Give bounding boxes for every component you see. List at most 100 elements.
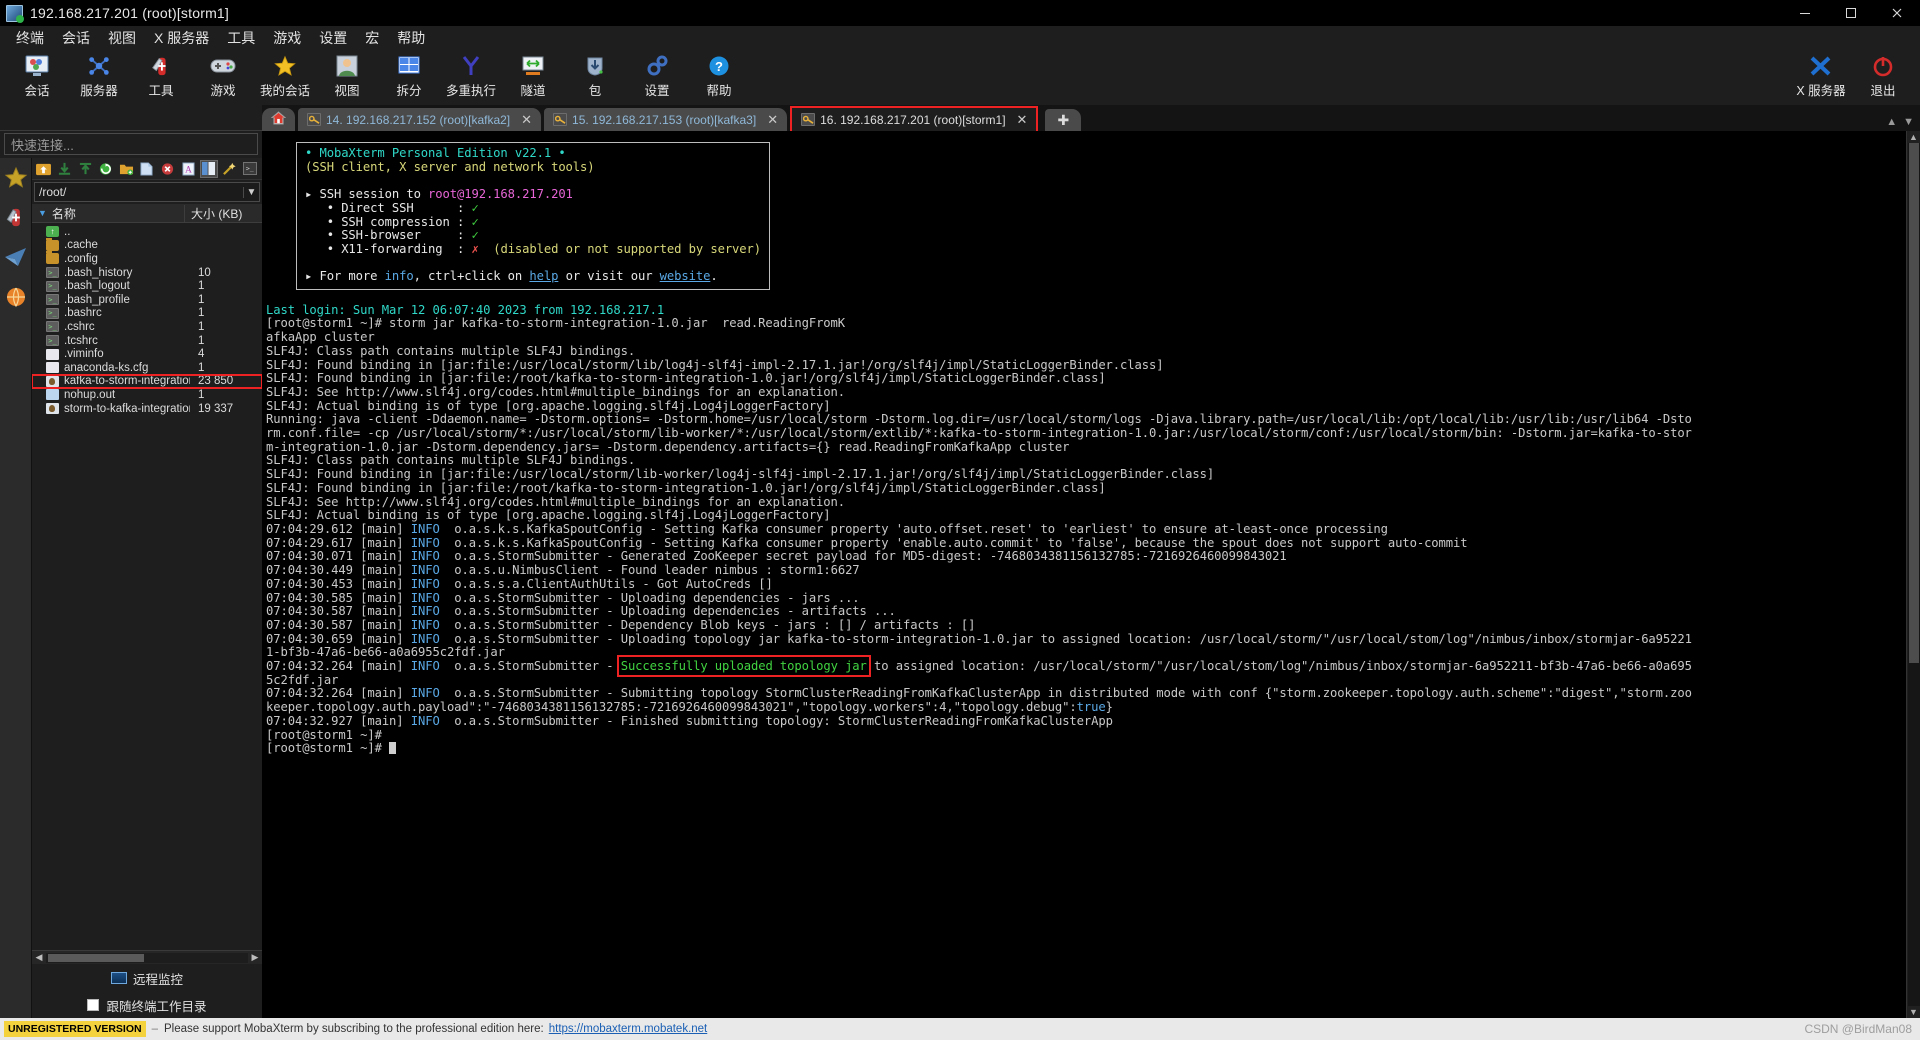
remote-monitor-row[interactable]: 远程监控 [32, 964, 262, 992]
follow-terminal-checkbox[interactable] [87, 999, 100, 1011]
toolbar-tunnel-button[interactable]: 隧道 [502, 52, 564, 99]
favorites-star-icon[interactable] [3, 162, 29, 192]
globe-icon[interactable] [3, 282, 29, 312]
terminal-vscrollbar[interactable]: ▲ ▼ [1906, 131, 1920, 1018]
edit-text-icon[interactable]: A [179, 160, 197, 178]
toolbar-games-button[interactable]: 游戏 [192, 52, 254, 99]
menu-terminal[interactable]: 终端 [8, 26, 52, 50]
new-folder-icon[interactable] [118, 160, 136, 178]
refresh-icon[interactable] [97, 160, 115, 178]
slf4j-line-1: SLF4J: Found binding in [jar:file:/usr/l… [266, 357, 1164, 372]
toolbar-exit-button[interactable]: 退出 [1852, 52, 1914, 99]
tabbar-scroll-up-icon[interactable]: ▲ [1886, 116, 1897, 128]
list-item[interactable]: .config [32, 251, 262, 266]
delete-icon[interactable] [159, 160, 177, 178]
tab-close-kafka3[interactable]: ✕ [765, 112, 780, 128]
tab-kafka2[interactable]: 14. 192.168.217.152 (root)[kafka2] ✕ [298, 108, 542, 131]
menu-tools[interactable]: 工具 [219, 26, 263, 50]
list-item[interactable]: ↑ .. [32, 225, 262, 239]
tabbar-scroll-down-icon[interactable]: ▼ [1903, 116, 1914, 128]
toolbar-session-label: 会话 [24, 84, 50, 98]
split-view-icon[interactable] [200, 159, 218, 178]
slf4j-line-3: SLF4J: See http://www.slf4j.org/codes.ht… [266, 384, 846, 399]
toolbar-view-button[interactable]: 视图 [316, 52, 378, 99]
menu-view[interactable]: 视图 [100, 26, 144, 50]
list-item[interactable]: >_ .cshrc 1 [32, 320, 262, 334]
menu-help[interactable]: 帮助 [389, 26, 433, 50]
quick-connect-input[interactable]: 快速连接... [4, 133, 258, 155]
scroll-up-icon[interactable]: ▲ [1909, 132, 1918, 142]
maximize-button[interactable] [1828, 0, 1874, 26]
hscroll-track[interactable] [46, 952, 248, 963]
scroll-right-icon[interactable]: ▶ [248, 952, 262, 963]
new-file-icon[interactable] [138, 160, 156, 178]
list-item[interactable]: >_ .bash_profile 1 [32, 293, 262, 307]
toolbar-settings-button[interactable]: 设置 [626, 52, 688, 99]
banner-footer-website-link[interactable]: website [660, 269, 711, 283]
file-panel-hscrollbar[interactable]: ◀ ▶ [32, 950, 262, 964]
submit-thread: [main] [360, 686, 404, 701]
terminal-output[interactable]: • MobaXterm Personal Edition v22.1 • (SS… [262, 131, 1906, 1018]
menu-settings[interactable]: 设置 [311, 26, 355, 50]
new-tab-button[interactable]: ✚ [1045, 109, 1082, 131]
scroll-down-icon[interactable]: ▼ [1909, 1007, 1918, 1017]
list-item[interactable]: .viminfo 4 [32, 347, 262, 361]
toolbar-help-button[interactable]: ? 帮助 [688, 52, 750, 99]
follow-terminal-row[interactable]: 跟随终端工作目录 [32, 992, 262, 1018]
banner-row-2-label: • SSH-browser : [326, 228, 465, 243]
tab-storm1[interactable]: 16. 192.168.217.201 (root)[storm1] ✕ [790, 106, 1039, 131]
file-name: anaconda-ks.cfg [64, 361, 149, 374]
jar-wrap-1: 1-bf3b-47a6-be66-a0a6955c2fdf.jar [266, 645, 505, 660]
column-header-name[interactable]: ▼ 名称 [32, 205, 184, 222]
column-header-size[interactable]: 大小 (KB) [184, 204, 262, 222]
magic-wand-icon[interactable] [221, 160, 239, 178]
toolbar-multiexec-button[interactable]: 多重执行 [440, 52, 502, 99]
toolbar-split-button[interactable]: 拆分 [378, 52, 440, 99]
list-item[interactable]: >_ .tcshrc 1 [32, 334, 262, 348]
toolbar-packages-button[interactable]: 包 [564, 52, 626, 99]
log-time-8: 07:04:30.659 [266, 631, 353, 646]
file-list[interactable]: ↑ .. .cache .config >_ .bash_history 10 … [32, 223, 262, 588]
chevron-down-icon[interactable]: ▼ [243, 186, 259, 198]
menu-macros[interactable]: 宏 [357, 26, 387, 50]
tools-knife-icon[interactable] [3, 202, 29, 232]
menu-games[interactable]: 游戏 [265, 26, 309, 50]
list-item[interactable]: anaconda-ks.cfg 1 [32, 361, 262, 375]
toolbar-tools-button[interactable]: 工具 [130, 52, 192, 99]
toolbar-session-button[interactable]: 会话 [6, 52, 68, 99]
list-item[interactable]: .cache [32, 237, 262, 253]
scroll-left-icon[interactable]: ◀ [32, 952, 46, 963]
list-item[interactable]: storm-to-kafka-integration-1.... 19 337 [32, 402, 262, 416]
terminal-area[interactable]: • MobaXterm Personal Edition v22.1 • (SS… [262, 131, 1920, 1018]
list-item[interactable]: >_ .bash_history 10 [32, 266, 262, 280]
vscroll-track[interactable] [1907, 143, 1920, 1006]
toolbar-servers-button[interactable]: 服务器 [68, 52, 130, 99]
vscroll-thumb[interactable] [1908, 143, 1919, 663]
toolbar-mysessions-button[interactable]: 我的会话 [254, 52, 316, 99]
sftp-send-icon[interactable] [3, 242, 29, 272]
tab-close-storm1[interactable]: ✕ [1015, 112, 1030, 128]
tab-close-kafka2[interactable]: ✕ [519, 112, 534, 128]
parent-folder-icon[interactable] [35, 160, 53, 178]
log-thread-5: [main] [360, 590, 404, 605]
close-button[interactable] [1874, 0, 1920, 26]
list-item[interactable]: >_ .bash_logout 1 [32, 279, 262, 293]
banner-row-3-note: (disabled or not supported by server) [493, 241, 762, 256]
banner-footer-help-link[interactable]: help [529, 269, 558, 283]
minimize-button[interactable] [1782, 0, 1828, 26]
list-item-selected-jar[interactable]: kafka-to-storm-integration-1.... 23 850 [32, 373, 262, 390]
menu-xserver[interactable]: X 服务器 [146, 26, 217, 50]
remote-path-bar[interactable]: /root/ ▼ [34, 182, 260, 202]
list-item[interactable]: >_ .bashrc 1 [32, 307, 262, 321]
tab-home[interactable] [262, 108, 295, 131]
list-item[interactable]: nohup.out 1 [32, 388, 262, 402]
toolbar-xserver-button[interactable]: X 服务器 [1790, 52, 1852, 99]
hscroll-thumb[interactable] [48, 953, 144, 962]
mobaxterm-link[interactable]: https://mobaxterm.mobatek.net [549, 1023, 708, 1035]
log-time-5: 07:04:30.585 [266, 590, 353, 605]
menu-session[interactable]: 会话 [54, 26, 98, 50]
upload-icon[interactable] [76, 160, 94, 178]
download-icon[interactable] [56, 160, 74, 178]
tab-kafka3[interactable]: 15. 192.168.217.153 (root)[kafka3] ✕ [544, 108, 788, 131]
terminal-here-icon[interactable]: >_ [241, 160, 259, 178]
